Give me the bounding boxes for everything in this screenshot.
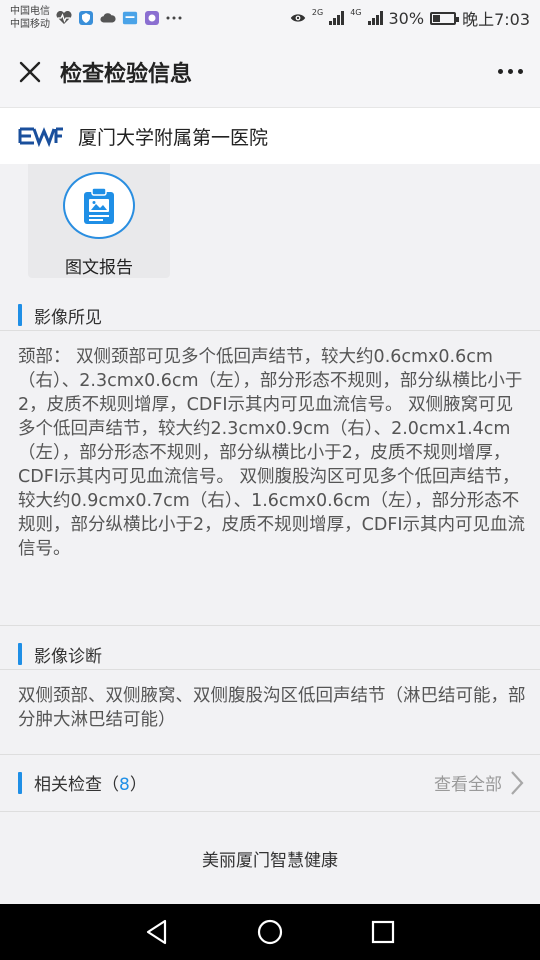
eye-icon — [290, 11, 306, 25]
diagnosis-header: 影像诊断 — [0, 639, 540, 669]
title-bar: 检查检验信息 — [0, 36, 540, 108]
cloud-icon — [100, 11, 116, 25]
recents-square-icon — [372, 920, 395, 944]
battery-percent: 30% — [388, 8, 425, 28]
section-accent-bar — [18, 304, 22, 326]
battery-icon — [430, 11, 460, 25]
chevron-right-icon — [511, 770, 524, 795]
report-tile[interactable]: 图文报告 — [28, 164, 170, 278]
findings-body: 颈部： 双侧颈部可见多个低回声结节，较大约0.6cmx0.6cm（右）、2.3c… — [0, 330, 540, 626]
report-icon — [63, 172, 135, 239]
close-button[interactable] — [0, 36, 60, 108]
footer: 美丽厦门智慧健康 — [202, 850, 338, 871]
home-circle-icon — [257, 919, 283, 945]
section-accent-bar — [18, 771, 22, 794]
status-bar-left: 中国电信 中国移动 — [10, 5, 182, 31]
status-bar-right: 2G 4G 30% 晚上7:03 — [290, 6, 530, 30]
related-exams-label-end: ） — [129, 775, 147, 795]
diagnosis-body: 双侧颈部、双侧腋窝、双侧腹股沟区低回声结节（淋巴结可能，部分肿大淋巴结可能） — [0, 669, 540, 755]
page-title: 检查检验信息 — [60, 61, 193, 87]
heart-rate-icon — [56, 11, 72, 25]
network-2-label: 4G — [350, 8, 362, 17]
more-notifications-icon — [166, 11, 182, 25]
report-tile-label: 图文报告 — [65, 258, 133, 278]
shield-icon — [78, 11, 94, 25]
hospital-name: 厦门大学附属第一医院 — [78, 126, 269, 149]
system-nav-bar — [0, 904, 540, 960]
home-button[interactable] — [250, 912, 290, 952]
app2-icon — [144, 11, 160, 25]
network-1-label: 2G — [311, 8, 324, 17]
more-icon — [497, 69, 503, 74]
signal-icon-2 — [367, 11, 383, 25]
view-all-button[interactable]: 查看全部 — [434, 770, 524, 796]
findings-title: 影像所见 — [34, 307, 102, 328]
app-icon — [122, 11, 138, 25]
recents-button[interactable] — [363, 912, 403, 952]
clock: 晚上7:03 — [462, 10, 530, 29]
related-exams-title: 相关检查（8） — [34, 770, 147, 795]
hospital-logo-icon — [18, 127, 63, 147]
section-accent-bar — [18, 643, 22, 665]
findings-header: 影像所见 — [0, 300, 540, 330]
carrier-2: 中国移动 — [10, 19, 50, 30]
related-exams-label: 相关检查（ — [34, 775, 119, 795]
more-button[interactable] — [480, 36, 540, 108]
carrier-1: 中国电信 — [10, 6, 50, 17]
diagnosis-title: 影像诊断 — [34, 646, 102, 667]
status-bar: 中国电信 中国移动 2G 4G 30% 晚上7:03 — [0, 0, 540, 36]
close-icon — [19, 61, 41, 82]
back-button[interactable] — [137, 912, 177, 952]
back-triangle-icon — [146, 919, 166, 945]
related-exams-count: 8 — [119, 775, 130, 795]
carriers: 中国电信 中国移动 — [10, 5, 50, 31]
related-exams-row[interactable]: 相关检查（8） 查看全部 — [0, 754, 540, 812]
hospital-header: 厦门大学附属第一医院 — [0, 108, 540, 164]
view-all-label: 查看全部 — [434, 775, 502, 795]
signal-icon — [329, 11, 345, 25]
